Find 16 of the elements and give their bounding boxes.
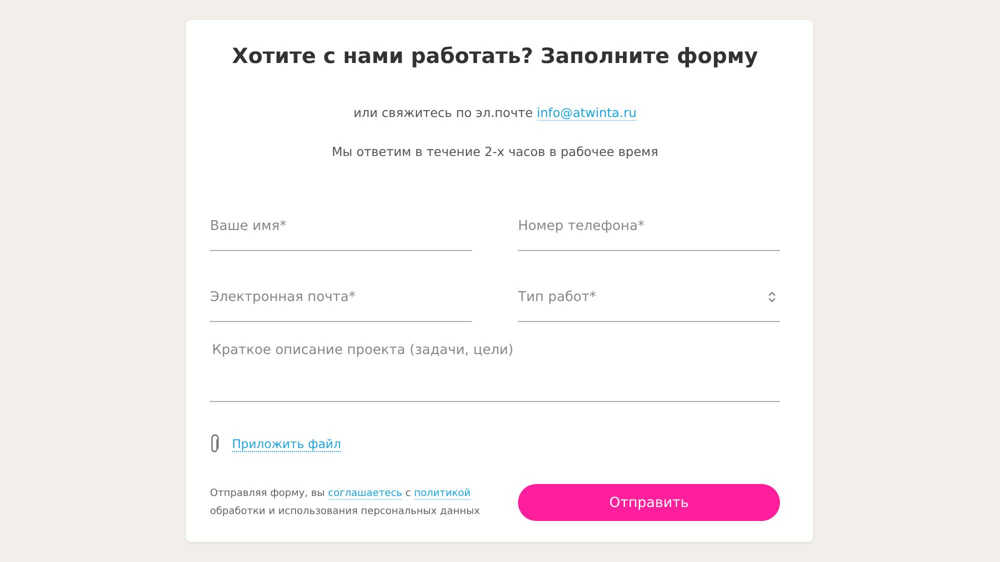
form-title: Хотите с нами работать? Заполните форму	[231, 43, 759, 70]
response-note: Мы ответим в течение 2-х часов в рабочее время	[330, 144, 660, 159]
paperclip-icon	[210, 434, 220, 454]
up-down-chevron-icon	[768, 291, 776, 303]
policy-link[interactable]: соглашаетесь	[328, 488, 402, 500]
policy-link[interactable]: политикой	[414, 488, 471, 500]
text-field[interactable]: Номер телефона*	[518, 202, 780, 251]
email-link[interactable]: info@atwinta.ru	[536, 105, 637, 121]
select-field[interactable]: Тип работ*	[518, 273, 780, 322]
description-field[interactable]: Краткое описание проекта (задачи, цели)	[210, 336, 780, 402]
submit-button[interactable]: Отправить	[518, 484, 780, 521]
attach-file-link[interactable]: Приложить файл	[232, 436, 342, 452]
text-field[interactable]: Ваше имя*	[210, 202, 472, 251]
text-field[interactable]: Электронная почта*	[210, 273, 472, 322]
consent-text: Отправляя форму, вы соглашаетесь с политикой обработки и использования персональных данных	[210, 486, 481, 518]
contact-text: или свяжитесь по эл.почте info@atwinta.ru	[352, 105, 638, 120]
